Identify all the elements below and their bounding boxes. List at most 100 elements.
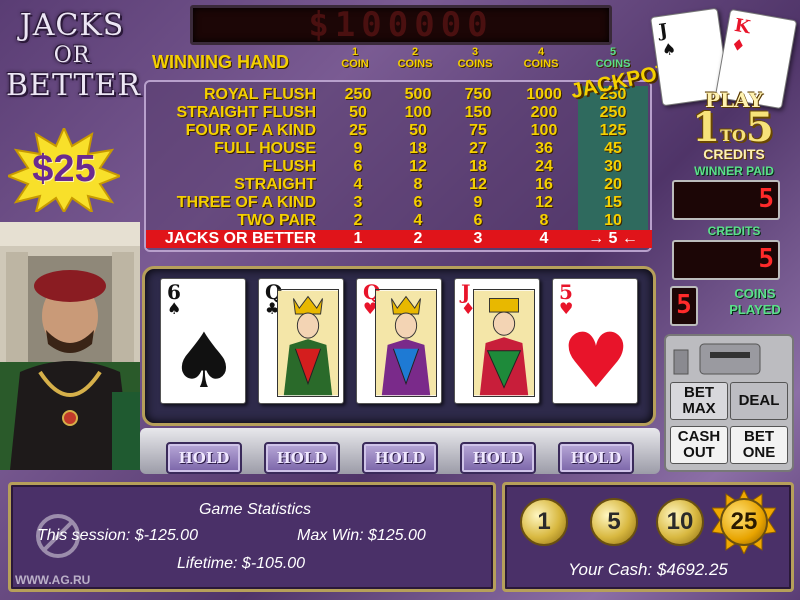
deal-button[interactable]: DEAL	[730, 382, 788, 420]
payout-cell: 16	[535, 176, 553, 193]
max-win-stat: Max Win: $125.00	[297, 527, 426, 544]
game-title: JACKS OR BETTER	[6, 8, 142, 104]
paytable-row: TWO PAIR 2 4 6 8 10	[146, 212, 652, 230]
coin-column-number: 2	[411, 46, 419, 58]
winner-paid-label: WINNER PAID	[694, 164, 774, 178]
coin-column-number: 3	[471, 46, 479, 58]
payout-cell: 50	[349, 104, 367, 121]
paytable-row: JACKS OR BETTER 1 2 3 4 → 5 ←	[146, 230, 652, 248]
watermark-text: WWW.AG.RU	[15, 573, 91, 587]
payout-cell: 18	[409, 140, 427, 157]
payout-cell: 8	[539, 212, 549, 229]
title-line-3: BETTER	[6, 68, 142, 103]
paytable-row: STRAIGHT 4 8 12 16 20	[146, 176, 652, 194]
payout-cell: 3	[353, 194, 363, 211]
payout-cell: 125	[599, 122, 627, 139]
lifetime-stat: Lifetime: $-105.00	[177, 555, 306, 572]
hold-button-3[interactable]: HOLD	[362, 442, 438, 474]
hand-name: ROYAL FLUSH	[203, 86, 316, 103]
hold-button-5[interactable]: HOLD	[558, 442, 634, 474]
coin-column-number: 4	[537, 46, 545, 58]
spade-icon: ♠	[169, 316, 239, 405]
spade-icon: ♠	[167, 299, 182, 318]
coin-column-label: COINS	[397, 58, 433, 70]
payout-cell: 9	[353, 140, 363, 157]
title-line-2: OR	[53, 43, 91, 68]
play-credits-label: CREDITS	[703, 146, 765, 162]
play-range: 1TO5	[688, 104, 778, 151]
payout-cell: 15	[604, 194, 622, 211]
hand-name: FLUSH	[262, 158, 316, 175]
bet-one-line2: ONE	[742, 444, 776, 461]
coin-5-button[interactable]: 5	[590, 498, 638, 546]
coin-10-button[interactable]: 10	[656, 498, 704, 546]
coin-25-button[interactable]: 25	[712, 490, 776, 554]
coin-column-2: 2 COINS	[384, 46, 446, 70]
payout-cell: 100	[530, 122, 558, 139]
bet-max-button[interactable]: BET MAX	[670, 382, 728, 420]
bet-max-line1: BET	[684, 384, 714, 401]
bet-one-button[interactable]: BET ONE	[730, 426, 788, 464]
payout-cell: 12	[409, 158, 427, 175]
cash-out-line2: OUT	[683, 444, 715, 461]
character-portrait	[0, 222, 140, 470]
coins-played-label-line1: COINS	[734, 286, 776, 301]
card-2[interactable]: Q ♣	[258, 278, 344, 404]
payout-cell: 8	[413, 176, 423, 193]
payout-cell: 200	[530, 104, 558, 121]
coin-slot-icon	[673, 343, 761, 375]
payout-cell: 2	[353, 212, 363, 229]
bet-max-line2: MAX	[682, 400, 716, 417]
bet-denomination-badge: $25	[8, 128, 120, 212]
jackpot-display: $100000	[190, 5, 612, 45]
diamond-icon: ♦	[729, 34, 748, 56]
payout-cell: 6	[473, 212, 483, 229]
payout-cell: 500	[404, 86, 432, 103]
coins-played-display: 5	[670, 286, 698, 326]
payout-cell: 18	[469, 158, 487, 175]
payout-cell: 24	[535, 158, 553, 175]
coin-column-label: COIN	[341, 58, 369, 70]
bet-one-line1: BET	[744, 428, 774, 445]
payout-cell: 4	[353, 176, 363, 193]
payout-cell: 4	[539, 230, 549, 247]
payout-cell: 250	[599, 104, 627, 121]
payout-cell: 1000	[526, 86, 562, 103]
card-5[interactable]: 5 ♥ ♥	[552, 278, 638, 404]
paytable-header: WINNING HAND 1 COIN 2 COINS 3 COINS 4 COINS …	[144, 44, 652, 78]
video-poker-screen: { "title": {"line1": "JACKS", "line2": "…	[0, 0, 800, 600]
coin-1-button[interactable]: 1	[520, 498, 568, 546]
payout-cell: 75	[469, 122, 487, 139]
heart-icon: ♥	[559, 299, 574, 318]
coins-played-label-line2: PLAYED	[729, 302, 781, 317]
play-range-from: 1	[692, 104, 721, 151]
payout-cell: 6	[353, 158, 363, 175]
your-cash: Your Cash: $4692.25	[568, 560, 728, 579]
card-1[interactable]: 6 ♠ ♠	[160, 278, 246, 404]
hand-name: STRAIGHT FLUSH	[176, 104, 316, 121]
control-panel: BET MAX DEAL CASH OUT BET ONE	[664, 334, 794, 472]
coins-played-label: COINS PLAYED	[712, 286, 798, 318]
coin-column-3: 3 COINS	[444, 46, 506, 70]
card-4[interactable]: J ♦	[454, 278, 540, 404]
paytable-row: FLUSH 6 12 18 24 30	[146, 158, 652, 176]
coin-column-number: 1	[351, 46, 359, 58]
hold-button-2[interactable]: HOLD	[264, 442, 340, 474]
play-range-to: 5	[745, 104, 774, 151]
coin-column-number: 5	[609, 46, 617, 58]
hand-name: TWO PAIR	[237, 212, 316, 229]
payout-cell: 250	[344, 86, 372, 103]
card-3[interactable]: Q ♥	[356, 278, 442, 404]
hold-button-4[interactable]: HOLD	[460, 442, 536, 474]
coin-column-label: COINS	[457, 58, 493, 70]
paytable-row: STRAIGHT FLUSH 50 100 150 200 250	[146, 104, 652, 122]
cash-out-line1: CASH	[677, 428, 721, 445]
credits-label: CREDITS	[707, 224, 761, 238]
hold-button-1[interactable]: HOLD	[166, 442, 242, 474]
game-statistics-panel: Game Statistics This session: $-125.00 M…	[8, 482, 496, 592]
decor-card-rank: J	[657, 19, 670, 42]
cash-out-button[interactable]: CASH OUT	[670, 426, 728, 464]
payout-cell: 36	[535, 140, 553, 157]
paytable-row: FULL HOUSE 9 18 27 36 45	[146, 140, 652, 158]
watermark-logo-icon	[36, 514, 80, 558]
